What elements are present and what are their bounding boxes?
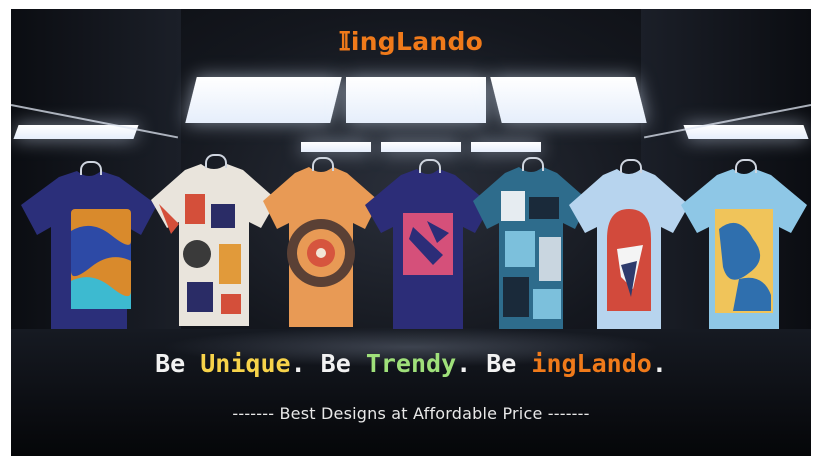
hanger-icon — [522, 157, 544, 171]
hanger-icon — [205, 154, 227, 168]
tagline-be: Be — [320, 349, 366, 378]
hanger-icon — [419, 159, 441, 173]
logo-mark-icon: 𝕀 — [338, 27, 351, 56]
ceiling-light — [471, 142, 541, 152]
tagline-end: . — [651, 349, 667, 378]
tagline-be: Be — [155, 349, 201, 378]
hero-banner: 𝕀ingLando Be Unique. Be Trendy. Be ingLa… — [11, 9, 811, 456]
tagline-separator: . — [290, 349, 321, 378]
light-blue-arch-tshirt[interactable] — [567, 159, 691, 331]
tagline-be: Be — [486, 349, 532, 378]
hanger-icon — [312, 157, 334, 171]
sky-blue-abstract-tshirt[interactable] — [679, 159, 809, 331]
hanger-icon — [735, 159, 757, 173]
hanger-icon — [620, 159, 642, 173]
ceiling-light — [301, 142, 371, 152]
ceiling-light — [185, 77, 342, 123]
tagline-brand: ingLando — [531, 349, 652, 378]
brand-logo[interactable]: 𝕀ingLando — [11, 27, 811, 56]
subline-best-designs: ------- Best Designs at Affordable Price… — [232, 404, 590, 423]
ceiling-light — [490, 77, 647, 123]
ceiling-light — [381, 142, 461, 152]
tagline-separator: . — [456, 349, 487, 378]
tagline-trendy: Trendy — [365, 349, 457, 378]
hanger-icon — [80, 161, 102, 175]
tagline: Be Unique. Be Trendy. Be ingLando. — [11, 349, 811, 378]
geometric-print-tshirt[interactable] — [149, 154, 279, 329]
tagline-unique: Unique — [200, 349, 291, 378]
ceiling-light — [346, 77, 486, 123]
logo-text: ingLando — [350, 27, 484, 56]
navy-wave-tshirt[interactable] — [19, 161, 159, 331]
